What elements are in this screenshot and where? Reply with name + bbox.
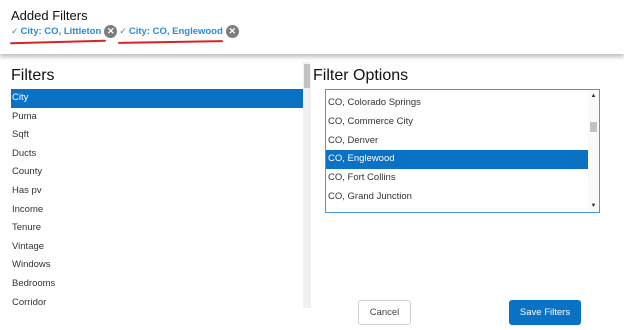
filters-heading: Filters [11, 67, 55, 84]
filters-scrollbar-thumb[interactable] [304, 64, 310, 88]
filter-item-ducts[interactable]: Ducts [11, 145, 303, 164]
filter-chips: ✓ City: CO, Littleton ✕ ✓ City: CO, Engl… [11, 25, 241, 38]
close-icon[interactable]: ✕ [225, 25, 239, 38]
filter-chip-label: City: CO, Littleton [20, 26, 102, 37]
filter-item-bedrooms[interactable]: Bedrooms [11, 275, 303, 294]
scroll-up-icon[interactable]: ▲ [588, 91, 599, 101]
option-colorado-springs[interactable]: CO, Colorado Springs [326, 94, 589, 113]
annotation-underline-1 [9, 39, 107, 45]
filter-item-windows[interactable]: Windows [11, 256, 303, 275]
option-fort-collins[interactable]: CO, Fort Collins [326, 169, 589, 188]
filter-chip-englewood: ✓ City: CO, Englewood ✕ [119, 25, 239, 38]
filter-item-sqft[interactable]: Sqft [11, 126, 303, 145]
options-scrollbar-thumb[interactable] [590, 122, 597, 132]
filter-item-tenure[interactable]: Tenure [11, 219, 303, 238]
filter-item-has-pv[interactable]: Has pv [11, 182, 303, 201]
filter-item-income[interactable]: Income [11, 201, 303, 220]
option-grand-junction[interactable]: CO, Grand Junction [326, 188, 589, 207]
filter-item-city[interactable]: City [11, 89, 303, 108]
option-denver[interactable]: CO, Denver [326, 132, 589, 151]
filter-chip-littleton: ✓ City: CO, Littleton ✕ [11, 25, 118, 38]
close-icon[interactable]: ✕ [104, 25, 118, 38]
filter-item-vintage[interactable]: Vintage [11, 238, 303, 257]
filter-item-corridor[interactable]: Corridor [11, 294, 303, 305]
option-commerce-city[interactable]: CO, Commerce City [326, 113, 589, 132]
annotation-underline-2 [117, 40, 224, 44]
cancel-button[interactable]: Cancel [358, 300, 411, 325]
scroll-down-icon[interactable]: ▼ [588, 201, 599, 211]
filter-options-list[interactable]: CO, Colorado Springs CO, Commerce City C… [325, 89, 600, 213]
added-filters-title: Added Filters [11, 8, 88, 23]
option-englewood[interactable]: CO, Englewood [326, 150, 589, 170]
filter-chip-label: City: CO, Englewood [128, 26, 223, 37]
filter-options-heading: Filter Options [313, 67, 409, 84]
options-scrollbar[interactable]: ▲ ▼ [588, 90, 599, 212]
check-icon: ✓ [119, 26, 127, 36]
filters-list[interactable]: City Puma Sqft Ducts County Has pv Incom… [11, 89, 303, 305]
save-filters-button[interactable]: Save Filters [509, 300, 581, 325]
filter-item-county[interactable]: County [11, 163, 303, 182]
filters-scrollbar[interactable] [303, 62, 311, 308]
added-filters-bar: Added Filters ✓ City: CO, Littleton ✕ ✓ … [0, 0, 624, 54]
check-icon: ✓ [11, 26, 19, 36]
filter-item-puma[interactable]: Puma [11, 108, 303, 127]
